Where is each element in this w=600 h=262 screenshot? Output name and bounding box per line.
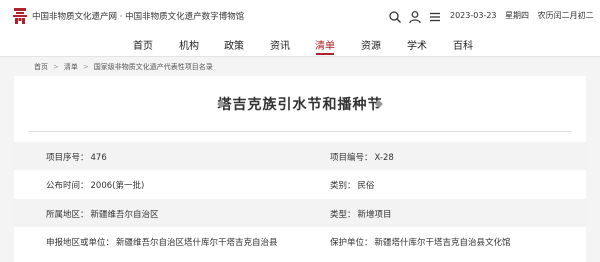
field-label: 申报地区或单位： — [46, 238, 115, 248]
field-category: 类别： 民俗 — [330, 179, 375, 191]
weekday-text: 星期四 — [505, 11, 530, 20]
date-text: 2023-03-23 — [450, 11, 497, 20]
user-icon[interactable] — [408, 9, 422, 24]
field-label: 项目序号： — [46, 153, 89, 163]
info-row: 项目序号： 476 项目编号： X-28 — [14, 142, 586, 170]
nav-item-resources[interactable]: 资源 — [361, 37, 381, 52]
title-divider — [28, 131, 572, 132]
field-value: 新疆维吾尔自治区 — [90, 210, 159, 220]
field-value: 新疆维吾尔自治区塔什库尔干塔吉克自治县 — [116, 238, 278, 248]
field-project-number: 项目序号： 476 — [46, 151, 107, 163]
nav-item-institutions[interactable]: 机构 — [179, 37, 199, 52]
field-label: 公布时间： — [46, 181, 89, 191]
project-title: 塔吉克族引水节和播种节 — [217, 97, 383, 113]
breadcrumb: 首页 > 清单 > 国家级非物质文化遗产代表性项目名录 — [34, 62, 213, 72]
field-value: 新增项目 — [357, 210, 392, 220]
site-title[interactable]: 中国非物质文化遗产网 · 中国非物质文化遗产数字博物馆 — [32, 10, 244, 22]
field-value: 新疆塔什库尔干塔吉克自治县文化馆 — [374, 238, 511, 248]
breadcrumb-home[interactable]: 首页 — [34, 63, 48, 71]
field-label: 类别： — [330, 181, 356, 191]
nav-item-home[interactable]: 首页 — [133, 37, 153, 52]
info-row: 所属地区： 新疆维吾尔自治区 类型： 新增项目 — [14, 199, 586, 227]
search-icon[interactable] — [388, 9, 402, 23]
field-protection-unit: 保护单位： 新疆塔什库尔干塔吉克自治县文化馆 — [330, 236, 511, 248]
info-row: 公布时间： 2006(第一批) 类别： 民俗 — [14, 170, 586, 198]
field-value: 476 — [90, 153, 107, 163]
project-detail-panel: 塔吉克族引水节和播种节 项目序号： 476 项目编号： X-28 公布时间： 2006… — [14, 76, 586, 262]
breadcrumb-current[interactable]: 国家级非物质文化遗产代表性项目名录 — [94, 63, 213, 71]
breadcrumb-separator: > — [82, 63, 89, 71]
field-value: 民俗 — [357, 181, 375, 191]
field-region: 所属地区： 新疆维吾尔自治区 — [46, 208, 159, 220]
field-type: 类型： 新增项目 — [330, 208, 392, 220]
info-row: 申报地区或单位： 新疆维吾尔自治区塔什库尔干塔吉克自治县 保护单位： 新疆塔什库尔干… — [14, 227, 586, 255]
field-value: 2006(第一批) — [90, 181, 145, 191]
field-project-code: 项目编号： X-28 — [330, 151, 394, 163]
field-label: 所属地区： — [46, 210, 89, 220]
nav-item-policy[interactable]: 政策 — [224, 37, 244, 52]
logo-icon[interactable] — [12, 7, 28, 25]
field-label: 项目编号： — [330, 153, 373, 163]
nav-item-news[interactable]: 资讯 — [270, 37, 290, 52]
lunar-date-text: 农历闰二月初二 — [537, 11, 594, 20]
diamond-ornament-icon — [375, 100, 383, 108]
main-nav: 首页 机构 政策 资讯 清单 资源 学术 百科 — [0, 34, 600, 57]
field-applicant: 申报地区或单位： 新疆维吾尔自治区塔什库尔干塔吉克自治县 — [46, 236, 278, 248]
breadcrumb-list[interactable]: 清单 — [64, 63, 78, 71]
heading-wrap: 塔吉克族引水节和播种节 — [14, 94, 586, 114]
field-label: 类型： — [330, 210, 356, 220]
nav-item-list[interactable]: 清单 — [315, 37, 335, 52]
breadcrumb-separator: > — [53, 63, 59, 71]
top-bar: 中国非物质文化遗产网 · 中国非物质文化遗产数字博物馆 2023-03-23 星… — [0, 0, 600, 34]
nav-item-encyclopedia[interactable]: 百科 — [453, 37, 473, 52]
field-value: X-28 — [374, 153, 394, 163]
diamond-ornament-icon — [217, 100, 225, 108]
date-area: 2023-03-23 星期四 农历闰二月初二 — [450, 10, 600, 21]
field-publish-time: 公布时间： 2006(第一批) — [46, 179, 144, 191]
nav-item-academic[interactable]: 学术 — [407, 37, 427, 52]
menu-icon[interactable] — [428, 9, 442, 23]
field-label: 保护单位： — [330, 238, 373, 248]
active-nav-underline — [316, 53, 334, 55]
